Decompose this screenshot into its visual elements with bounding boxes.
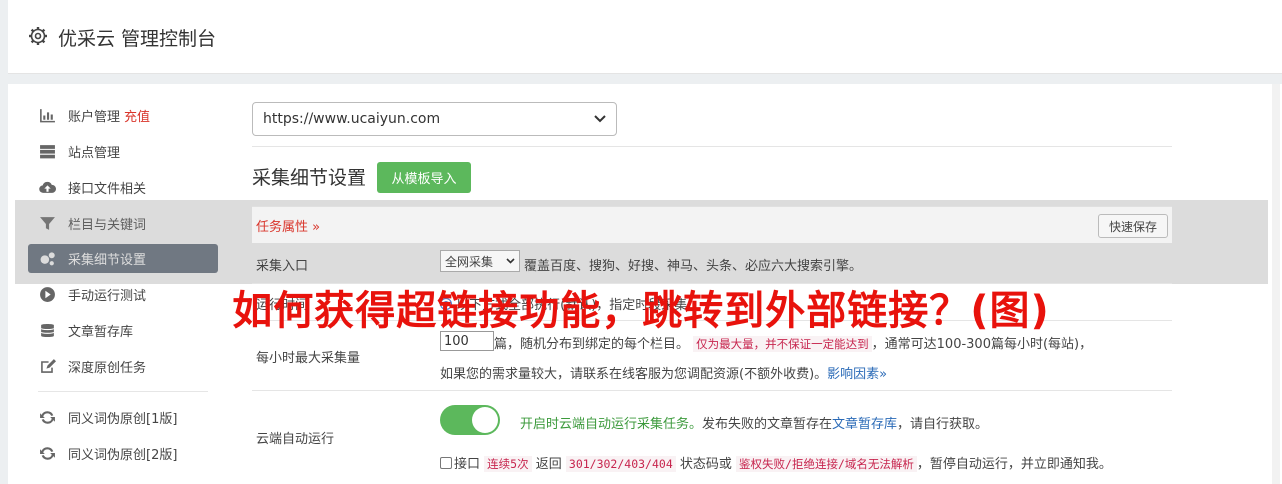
refresh-icon	[40, 410, 55, 424]
sidebar-item-account[interactable]: 账户管理 充值	[28, 97, 218, 133]
divider	[252, 390, 1172, 391]
collect-entry-select-value: 全网采集	[445, 254, 494, 269]
sidebar-item-synonym-v2[interactable]: 同义词伪原创[2版]	[28, 435, 218, 471]
cloud-upload-icon	[39, 181, 56, 193]
cloud-auto-run-label: 云端自动运行	[256, 432, 335, 447]
bar-chart-icon	[40, 108, 55, 122]
pause-code-2: 301/302/403/404	[565, 456, 676, 472]
pause-text-2: 状态码或	[679, 457, 732, 472]
site-select-value: https://www.ucaiyun.com	[263, 111, 441, 127]
import-template-button[interactable]: 从模板导入	[377, 162, 471, 193]
divider	[252, 146, 1172, 147]
sidebar-item-label: 同义词伪原创[1版]	[68, 411, 178, 427]
sidebar-item-label: 接口文件相关	[68, 181, 147, 197]
pause-code-1: 连续5次	[484, 456, 532, 472]
quick-save-button[interactable]: 快速保存	[1098, 214, 1168, 238]
cloud-auto-run-toggle[interactable]	[440, 405, 500, 435]
recharge-link[interactable]: 充值	[124, 106, 150, 125]
task-properties-toggle[interactable]: 任务属性 »	[256, 216, 320, 235]
pause-checkbox-label: 接口	[454, 457, 481, 472]
max-desc-text: 篇，随机分布到绑定的每个栏目。	[494, 337, 690, 352]
collect-entry-select[interactable]: 全网采集	[440, 250, 520, 272]
section-title: 采集细节设置	[252, 167, 367, 189]
cloud-status-text: 开启时云端自动运行采集任务。	[520, 417, 703, 432]
overlay-headline: 如何获得超链接功能，跳转到外部链接？(图)	[232, 288, 1050, 334]
sidebar-divider	[38, 391, 208, 392]
chevron-down-icon	[506, 258, 515, 264]
collect-entry-desc: 覆盖百度、搜狗、好搜、神马、头条、必应六大搜索引擎。	[524, 259, 863, 274]
sidebar-item-label: 深度原创任务	[68, 360, 147, 376]
pause-condition: 接口 连续5次 返回 301/302/403/404 状态码或 鉴权失败/拒绝连…	[440, 453, 1112, 472]
cloud-desc-text2: ，请自行获取。	[897, 417, 989, 432]
sidebar-item-label: 站点管理	[68, 145, 121, 161]
task-properties-row: 任务属性 » 快速保存	[252, 206, 1172, 243]
sidebar-item-label: 账户管理	[68, 109, 121, 125]
cloud-desc-text: 发布失败的文章暂存在	[702, 417, 833, 432]
gear-icon	[29, 27, 47, 45]
sidebar-item-deep-original[interactable]: 深度原创任务	[28, 348, 218, 384]
max-desc-text3: 如果您的需求量较大，请联系在线客服为您调配资源(不额外收费)。	[440, 367, 828, 382]
pause-checkbox[interactable]	[440, 457, 452, 469]
edit-icon	[41, 358, 56, 373]
pause-code-3: 鉴权失败/拒绝连接/域名无法解析	[736, 456, 917, 472]
collect-entry-label: 采集入口	[256, 259, 309, 274]
pause-text-3: ，暂停自动运行，并立即通知我。	[916, 457, 1112, 472]
page-title: 优采云 管理控制台	[58, 28, 217, 50]
sidebar-item-sites[interactable]: 站点管理	[28, 133, 218, 169]
max-desc-code: 仅为最大量，并不保证一定能达到	[693, 336, 872, 352]
sidebar-item-label: 同义词伪原创[2版]	[68, 447, 178, 463]
max-per-hour-desc-2: 如果您的需求量较大，请联系在线客服为您调配资源(不额外收费)。影响因素»	[440, 363, 887, 382]
header: 优采云 管理控制台	[8, 0, 1282, 74]
max-desc-text2: ，通常可达100-300篇每小时(每站)，	[871, 337, 1093, 352]
site-select[interactable]: https://www.ucaiyun.com	[252, 102, 617, 136]
server-icon	[40, 144, 55, 158]
max-per-hour-label: 每小时最大采集量	[256, 351, 361, 366]
influence-factors-link[interactable]: 影响因素»	[827, 367, 887, 382]
article-store-link[interactable]: 文章暂存库	[832, 417, 897, 432]
cloud-auto-run-desc: 开启时云端自动运行采集任务。发布失败的文章暂存在文章暂存库，请自行获取。	[520, 413, 988, 432]
refresh-icon	[40, 446, 55, 460]
sidebar-item-synonym-v1[interactable]: 同义词伪原创[1版]	[28, 399, 218, 435]
toggle-knob	[472, 407, 498, 433]
chevron-down-icon	[594, 115, 606, 123]
pause-text-1: 返回	[535, 457, 562, 472]
